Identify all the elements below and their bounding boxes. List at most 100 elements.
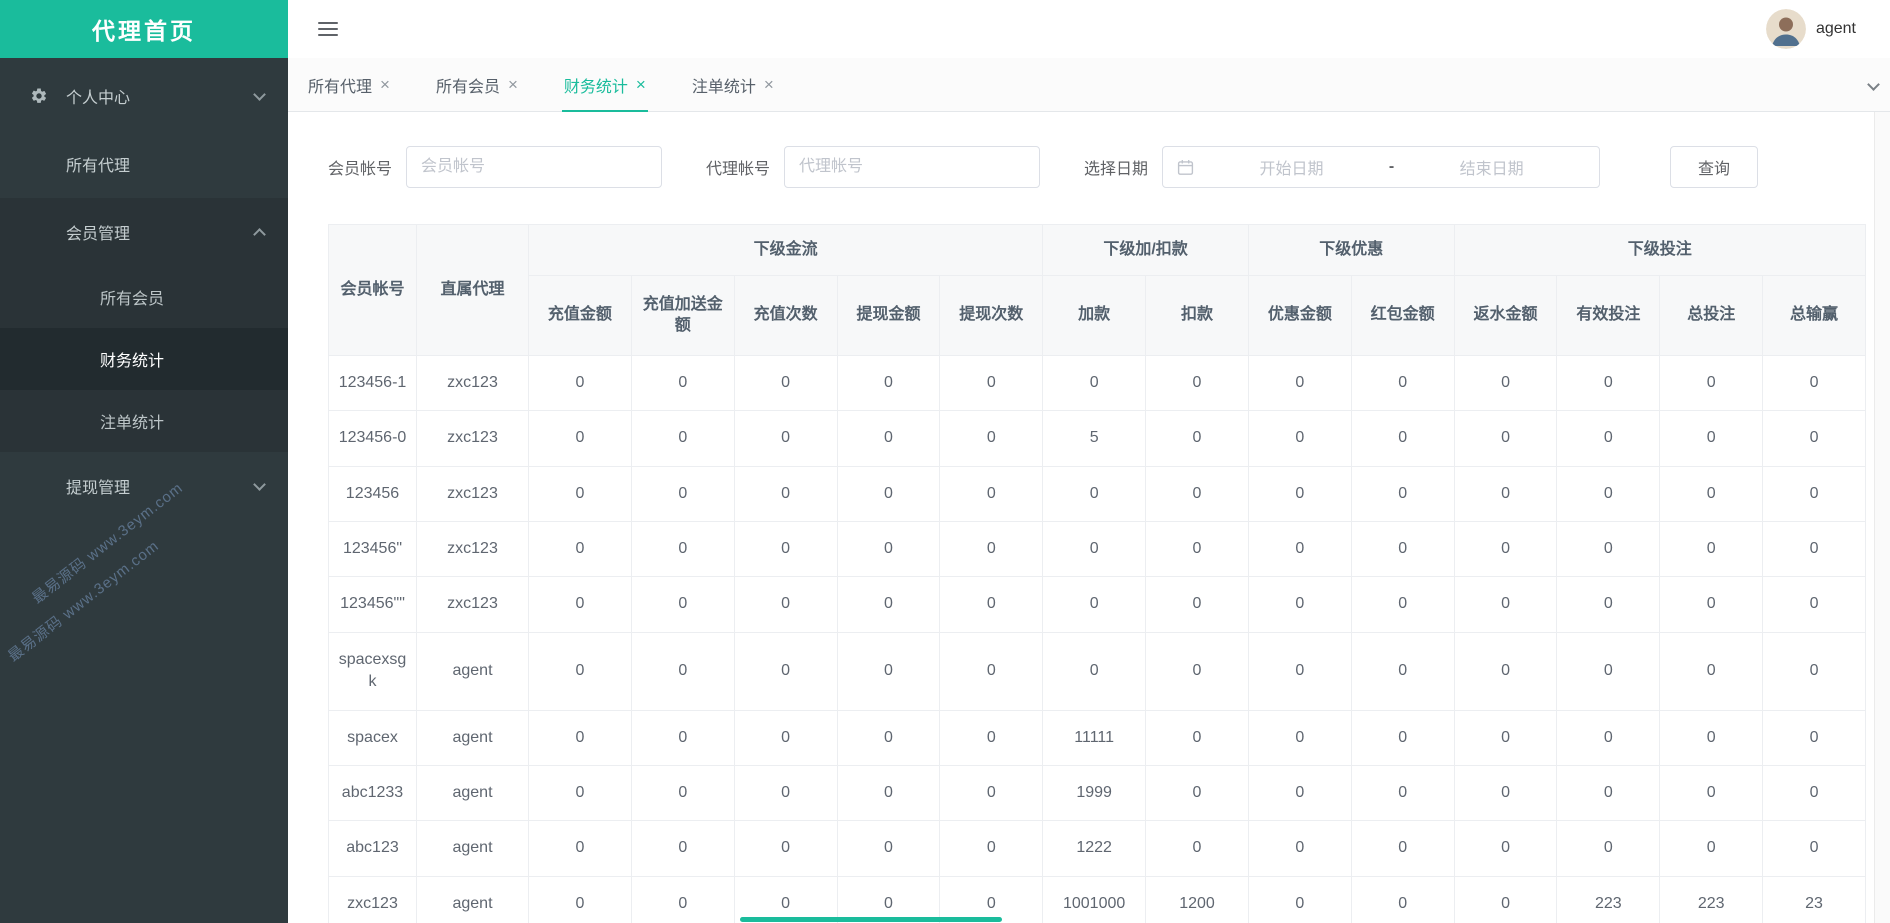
value-cell: 1999 — [1043, 765, 1146, 820]
tab-label: 注单统计 — [692, 73, 756, 97]
user-menu[interactable]: agent — [1766, 9, 1856, 49]
chevron-up-icon — [253, 228, 266, 241]
main-column: agent 所有代理×所有会员×财务统计×注单统计× 会员帐号 代理帐号 选择日… — [288, 0, 1890, 923]
tab-close-icon[interactable]: × — [508, 76, 518, 93]
value-cell: 0 — [529, 355, 632, 410]
column-header: 总输赢 — [1763, 275, 1866, 355]
value-cell: 0 — [529, 876, 632, 923]
value-cell: 5 — [1043, 411, 1146, 466]
value-cell: 0 — [529, 521, 632, 576]
table-row: 123456"zxc1230000000000000 — [329, 521, 1866, 576]
value-cell: 0 — [1660, 632, 1763, 710]
column-group-header: 下级金流 — [529, 225, 1043, 276]
sidebar-item-all-members[interactable]: 所有会员 — [0, 266, 288, 328]
report-table: 会员帐号直属代理下级金流下级加/扣款下级优惠下级投注充值金额充值加送金额充值次数… — [328, 224, 1866, 923]
column-header: 扣款 — [1146, 275, 1249, 355]
value-cell: 0 — [631, 821, 734, 876]
value-cell: 0 — [1248, 765, 1351, 820]
value-cell: 1200 — [1146, 876, 1249, 923]
value-cell: 0 — [734, 632, 837, 710]
value-cell: 0 — [1351, 577, 1454, 632]
value-cell: 0 — [631, 876, 734, 923]
chevron-down-icon — [1867, 78, 1880, 91]
value-cell: 11111 — [1043, 710, 1146, 765]
value-cell: 0 — [837, 821, 940, 876]
value-cell: 0 — [1248, 632, 1351, 710]
agent-cell: agent — [417, 821, 529, 876]
table-subheader-row: 充值金额充值加送金额充值次数提现金额提现次数加款扣款优惠金额红包金额返水金额有效… — [329, 275, 1866, 355]
column-header: 充值次数 — [734, 275, 837, 355]
sidebar-item-member-management[interactable]: 会员管理 — [0, 198, 288, 266]
value-cell: 0 — [1043, 521, 1146, 576]
value-cell: 0 — [734, 876, 837, 923]
value-cell: 0 — [1351, 821, 1454, 876]
value-cell: 0 — [1763, 466, 1866, 521]
tab-close-icon[interactable]: × — [636, 76, 646, 93]
member-cell: 123456" — [329, 521, 417, 576]
table-row: 123456-1zxc1230000000000000 — [329, 355, 1866, 410]
agent-cell: zxc123 — [417, 355, 529, 410]
value-cell: 223 — [1660, 876, 1763, 923]
agent-account-input[interactable] — [784, 146, 1040, 188]
member-cell: zxc123 — [329, 876, 417, 923]
value-cell: 0 — [837, 411, 940, 466]
value-cell: 0 — [1454, 710, 1557, 765]
chevron-down-icon — [253, 478, 266, 491]
value-cell: 0 — [940, 710, 1043, 765]
value-cell: 0 — [1146, 710, 1249, 765]
date-filter: 选择日期 开始日期 - 结束日期 — [1084, 146, 1600, 188]
value-cell: 0 — [734, 821, 837, 876]
sidebar: 代理首页 个人中心所有代理会员管理所有会员财务统计注单统计提现管理 最易源码 w… — [0, 0, 288, 923]
member-cell: 123456-0 — [329, 411, 417, 466]
value-cell: 0 — [1454, 632, 1557, 710]
value-cell: 0 — [1248, 821, 1351, 876]
agent-cell: agent — [417, 632, 529, 710]
sidebar-item-personal-center[interactable]: 个人中心 — [0, 62, 288, 130]
agent-account-filter: 代理帐号 — [706, 146, 1040, 188]
column-header: 加款 — [1043, 275, 1146, 355]
value-cell: 0 — [837, 355, 940, 410]
member-account-input[interactable] — [406, 146, 662, 188]
tab-label: 所有代理 — [308, 73, 372, 97]
value-cell: 0 — [1248, 411, 1351, 466]
value-cell: 0 — [734, 466, 837, 521]
member-cell: spacex — [329, 710, 417, 765]
member-cell: 123456"" — [329, 577, 417, 632]
value-cell: 0 — [1557, 521, 1660, 576]
tab-all-agents[interactable]: 所有代理 × — [308, 58, 390, 111]
value-cell: 0 — [1351, 765, 1454, 820]
sidebar-item-label: 会员管理 — [66, 220, 130, 244]
tab-order-stats[interactable]: 注单统计 × — [692, 58, 774, 111]
value-cell: 0 — [529, 821, 632, 876]
date-range-picker[interactable]: 开始日期 - 结束日期 — [1162, 146, 1600, 188]
value-cell: 0 — [837, 521, 940, 576]
member-cell: abc123 — [329, 821, 417, 876]
value-cell: 0 — [1763, 521, 1866, 576]
content: 会员帐号 代理帐号 选择日期 — [288, 112, 1890, 923]
hamburger-menu-icon[interactable] — [318, 22, 338, 36]
sidebar-item-withdraw-management[interactable]: 提现管理 — [0, 452, 288, 520]
value-cell: 0 — [1660, 821, 1763, 876]
value-cell: 0 — [1660, 355, 1763, 410]
sidebar-item-finance-stats[interactable]: 财务统计 — [0, 328, 288, 390]
search-button[interactable]: 查询 — [1670, 146, 1758, 188]
horizontal-scrollbar-thumb[interactable] — [740, 917, 1002, 922]
agent-cell: agent — [417, 876, 529, 923]
tabs-dropdown-button[interactable] — [1869, 76, 1878, 94]
value-cell: 0 — [1351, 411, 1454, 466]
app: 代理首页 个人中心所有代理会员管理所有会员财务统计注单统计提现管理 最易源码 w… — [0, 0, 1890, 923]
value-cell: 23 — [1763, 876, 1866, 923]
value-cell: 0 — [1454, 821, 1557, 876]
tab-close-icon[interactable]: × — [380, 76, 390, 93]
value-cell: 0 — [1454, 876, 1557, 923]
value-cell: 0 — [529, 577, 632, 632]
member-cell: spacexsgk — [329, 632, 417, 710]
member-cell: 123456-1 — [329, 355, 417, 410]
vertical-scrollbar[interactable] — [1874, 58, 1890, 923]
tab-finance-stats[interactable]: 财务统计× — [564, 58, 646, 111]
sidebar-item-order-stats[interactable]: 注单统计 — [0, 390, 288, 452]
app-logo: 代理首页 — [0, 0, 288, 58]
sidebar-item-all-agents[interactable]: 所有代理 — [0, 130, 288, 198]
tab-close-icon[interactable]: × — [764, 76, 774, 93]
tab-all-members[interactable]: 所有会员× — [436, 58, 518, 111]
